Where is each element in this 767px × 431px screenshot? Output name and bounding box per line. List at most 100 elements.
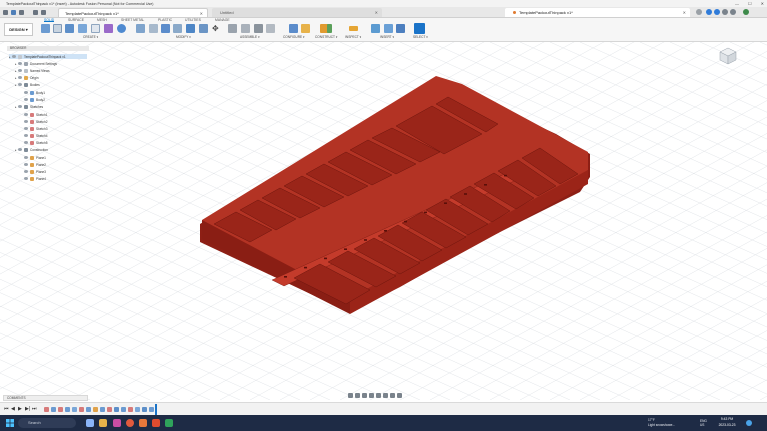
fit-icon[interactable] bbox=[376, 392, 381, 398]
green-app-icon[interactable] bbox=[165, 419, 173, 427]
timeline-play-button[interactable]: ▶ bbox=[18, 406, 23, 412]
chrome-icon[interactable] bbox=[126, 419, 134, 427]
timeline-feature-icon[interactable] bbox=[44, 407, 49, 412]
hole-icon[interactable] bbox=[91, 24, 100, 33]
timeline-feature-icon[interactable] bbox=[121, 407, 126, 412]
browser-node[interactable]: Sketch3 bbox=[21, 126, 87, 131]
taskbar-clock[interactable]: 9:43 PM 2023-03-23 bbox=[712, 417, 742, 428]
create-group-label[interactable]: CREATE ▾ bbox=[83, 35, 98, 39]
workspace-switcher[interactable]: DESIGN ▾ bbox=[4, 23, 33, 36]
document-tab-untitled[interactable]: Untitled ✕ bbox=[212, 8, 382, 17]
select-group-label[interactable]: SELECT ▾ bbox=[413, 35, 428, 39]
windows-start-icon[interactable] bbox=[6, 419, 14, 427]
close-tab-untitled-icon[interactable]: ✕ bbox=[375, 10, 378, 15]
timeline-marker[interactable] bbox=[155, 404, 157, 415]
maximize-button[interactable]: ☐ bbox=[748, 0, 752, 7]
browser-node[interactable]: ▸ Origin bbox=[15, 75, 87, 80]
rigid-group-icon[interactable] bbox=[266, 24, 275, 33]
visibility-eye-icon[interactable] bbox=[12, 55, 16, 58]
viewcube[interactable] bbox=[717, 45, 739, 67]
taskbar-search[interactable]: Search bbox=[18, 418, 76, 428]
browser-node[interactable]: ▸ Document Settings bbox=[15, 61, 87, 66]
browser-node[interactable]: ▸ Bodies bbox=[15, 82, 87, 87]
tab-plastic[interactable]: PLASTIC bbox=[158, 18, 172, 22]
insert-group-label[interactable]: INSERT ▾ bbox=[380, 35, 394, 39]
notifications-icon[interactable] bbox=[722, 9, 728, 15]
tab-manage[interactable]: MANAGE bbox=[215, 18, 230, 22]
browser-node[interactable]: Sketch1 bbox=[21, 112, 87, 117]
visibility-eye-icon[interactable] bbox=[18, 69, 22, 72]
visibility-eye-icon[interactable] bbox=[24, 91, 28, 94]
browser-node[interactable]: Sketch2 bbox=[21, 119, 87, 124]
comments-panel[interactable]: COMMENTS bbox=[3, 395, 88, 401]
redo-icon[interactable] bbox=[41, 10, 46, 15]
timeline-feature-icon[interactable] bbox=[142, 407, 147, 412]
browser-node[interactable]: ▸ Sketches bbox=[15, 104, 87, 109]
visibility-eye-icon[interactable] bbox=[24, 120, 28, 123]
press-pull-icon[interactable] bbox=[136, 24, 145, 33]
close-tab-icon[interactable]: ✕ bbox=[200, 11, 203, 16]
help-icon[interactable] bbox=[730, 9, 736, 15]
parameters-icon[interactable] bbox=[301, 24, 310, 33]
extrude-icon[interactable] bbox=[65, 24, 74, 33]
close-window-button[interactable]: ✕ bbox=[761, 0, 764, 7]
configure-group-label[interactable]: CONFIGURE ▾ bbox=[283, 35, 305, 39]
visibility-eye-icon[interactable] bbox=[18, 83, 22, 86]
document-tab-active[interactable]: TemplatePackoutThinpack v1* ✕ bbox=[505, 8, 690, 17]
data-panel-icon[interactable] bbox=[706, 9, 712, 15]
visibility-eye-icon[interactable] bbox=[24, 134, 28, 137]
document-tab[interactable]: TemplatePackoutThinpack v1* ✕ bbox=[58, 8, 208, 17]
notification-center-icon[interactable] bbox=[746, 420, 752, 426]
grid-settings-icon[interactable] bbox=[390, 392, 395, 398]
file-explorer-icon[interactable] bbox=[99, 419, 107, 427]
shell-icon[interactable] bbox=[173, 24, 182, 33]
browser-node[interactable]: Plane2 bbox=[21, 162, 87, 167]
scale-icon[interactable] bbox=[199, 24, 208, 33]
browser-node[interactable]: Plane4 bbox=[21, 176, 87, 181]
pattern-icon[interactable] bbox=[117, 24, 126, 33]
construct-group-label[interactable]: CONSTRUCT ▾ bbox=[315, 35, 337, 39]
select-arrow-icon[interactable] bbox=[414, 23, 425, 34]
combine-icon[interactable] bbox=[186, 24, 195, 33]
display-settings-icon[interactable] bbox=[383, 392, 388, 398]
tab-solid[interactable]: SOLID bbox=[44, 18, 55, 22]
timeline-prev-button[interactable]: ◀ bbox=[11, 406, 16, 412]
insert-canvas-icon[interactable] bbox=[396, 24, 405, 33]
visibility-eye-icon[interactable] bbox=[24, 163, 28, 166]
visibility-eye-icon[interactable] bbox=[24, 98, 28, 101]
timeline-feature-icon[interactable] bbox=[79, 407, 84, 412]
inspect-group-label[interactable]: INSPECT ▾ bbox=[345, 35, 361, 39]
grid-menu-icon[interactable] bbox=[3, 10, 8, 15]
modify-group-label[interactable]: MODIFY ▾ bbox=[176, 35, 191, 39]
tab-utilities[interactable]: UTILITIES bbox=[185, 18, 201, 22]
insert-mesh-icon[interactable] bbox=[384, 24, 393, 33]
visibility-eye-icon[interactable] bbox=[18, 62, 22, 65]
system-tray[interactable]: ENG US bbox=[700, 419, 707, 427]
timeline-first-button[interactable]: ⏮ bbox=[4, 406, 9, 412]
new-component-icon[interactable] bbox=[41, 24, 50, 33]
browser-node[interactable]: Sketch5 bbox=[21, 140, 87, 145]
tab-sheet-metal[interactable]: SHEET METAL bbox=[121, 18, 144, 22]
new-tab-icon[interactable] bbox=[696, 9, 702, 15]
orbit-icon[interactable] bbox=[348, 392, 353, 398]
timeline-feature-icon[interactable] bbox=[93, 407, 98, 412]
timeline-feature-icon[interactable] bbox=[149, 407, 154, 412]
save-icon[interactable] bbox=[19, 10, 24, 15]
visibility-eye-icon[interactable] bbox=[24, 113, 28, 116]
create-sketch-icon[interactable] bbox=[53, 24, 62, 33]
joint-icon[interactable] bbox=[228, 24, 237, 33]
minimize-button[interactable]: — bbox=[735, 0, 739, 7]
browser-node[interactable]: Body2 bbox=[21, 97, 87, 102]
orange-app-icon[interactable] bbox=[139, 419, 147, 427]
fusion-app-icon[interactable] bbox=[113, 419, 121, 427]
timeline-feature-icon[interactable] bbox=[114, 407, 119, 412]
browser-node[interactable]: Body1 bbox=[21, 90, 87, 95]
timeline-feature-icon[interactable] bbox=[51, 407, 56, 412]
close-active-tab-icon[interactable]: ✕ bbox=[683, 10, 686, 15]
visibility-eye-icon[interactable] bbox=[24, 141, 28, 144]
pan-icon[interactable] bbox=[362, 392, 367, 398]
timeline-feature-icon[interactable] bbox=[72, 407, 77, 412]
timeline-last-button[interactable]: ⏭ bbox=[32, 406, 37, 412]
browser-node[interactable]: ▸ Named Views bbox=[15, 68, 87, 73]
timeline-feature-icon[interactable] bbox=[135, 407, 140, 412]
